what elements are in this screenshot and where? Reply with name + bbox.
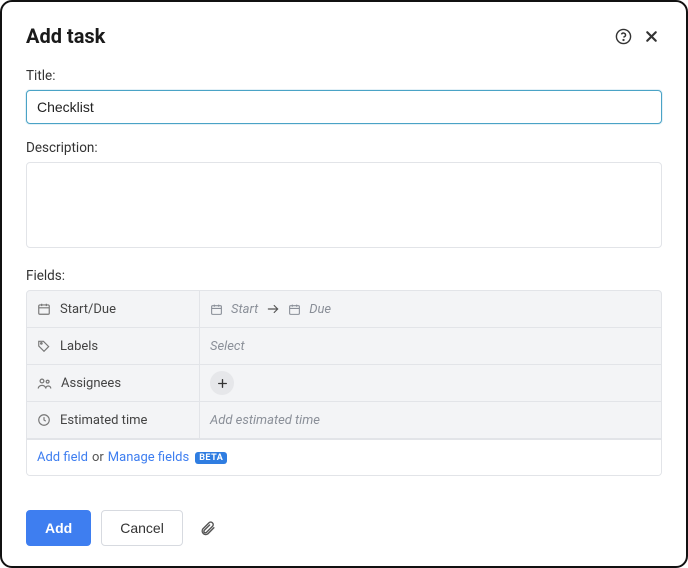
fields-section: Fields: Start/Due Start: [26, 268, 662, 476]
title-input[interactable]: [26, 90, 662, 124]
fields-label: Fields:: [26, 268, 662, 284]
header-actions: [612, 25, 662, 47]
field-row-labels: Labels Select: [27, 328, 661, 365]
help-icon[interactable]: [612, 25, 634, 47]
arrow-right-icon: [266, 302, 280, 316]
title-label: Title:: [26, 68, 662, 84]
field-label: Start/Due: [60, 302, 116, 317]
add-task-dialog: Add task Title: Description:: [0, 0, 688, 568]
tag-icon: [37, 339, 51, 353]
description-input[interactable]: [26, 162, 662, 248]
field-row-startdue: Start/Due Start Due: [27, 291, 661, 328]
field-row-assignees: Assignees: [27, 365, 661, 402]
field-label: Assignees: [61, 376, 121, 391]
or-text: or: [92, 450, 104, 465]
description-section: Description:: [26, 140, 662, 252]
due-placeholder: Due: [309, 302, 331, 317]
add-button[interactable]: Add: [26, 510, 91, 546]
field-name-labels: Labels: [27, 328, 200, 364]
field-value-startdue[interactable]: Start Due: [200, 291, 661, 327]
field-value-assignees[interactable]: [200, 365, 661, 401]
description-label: Description:: [26, 140, 662, 156]
beta-badge: BETA: [195, 452, 227, 464]
labels-placeholder: Select: [210, 339, 245, 354]
field-name-assignees: Assignees: [27, 365, 200, 401]
plus-icon: [216, 377, 229, 390]
calendar-icon: [288, 303, 301, 316]
dialog-actions: Add Cancel: [26, 510, 216, 546]
field-name-estimated: Estimated time: [27, 402, 200, 438]
people-icon: [37, 376, 52, 391]
field-value-labels[interactable]: Select: [200, 328, 661, 364]
estimated-placeholder: Add estimated time: [210, 413, 320, 428]
field-row-estimated: Estimated time Add estimated time: [27, 402, 661, 439]
fields-footer: Add field or Manage fields BETA: [27, 439, 661, 475]
calendar-icon: [210, 303, 223, 316]
title-section: Title:: [26, 68, 662, 124]
field-value-estimated[interactable]: Add estimated time: [200, 402, 661, 438]
field-label: Estimated time: [60, 413, 147, 428]
start-placeholder: Start: [231, 302, 258, 317]
calendar-icon: [37, 302, 51, 316]
dialog-title: Add task: [26, 24, 105, 48]
clock-icon: [37, 413, 51, 427]
manage-fields-link[interactable]: Manage fields: [108, 450, 189, 465]
dialog-header: Add task: [26, 24, 662, 48]
field-name-startdue: Start/Due: [27, 291, 200, 327]
cancel-button[interactable]: Cancel: [101, 510, 183, 546]
add-field-link[interactable]: Add field: [37, 450, 88, 465]
field-label: Labels: [60, 339, 98, 354]
close-icon[interactable]: [640, 25, 662, 47]
add-assignee-button[interactable]: [210, 371, 234, 395]
fields-table: Start/Due Start Due: [26, 290, 662, 476]
attachment-icon[interactable]: [199, 520, 216, 537]
